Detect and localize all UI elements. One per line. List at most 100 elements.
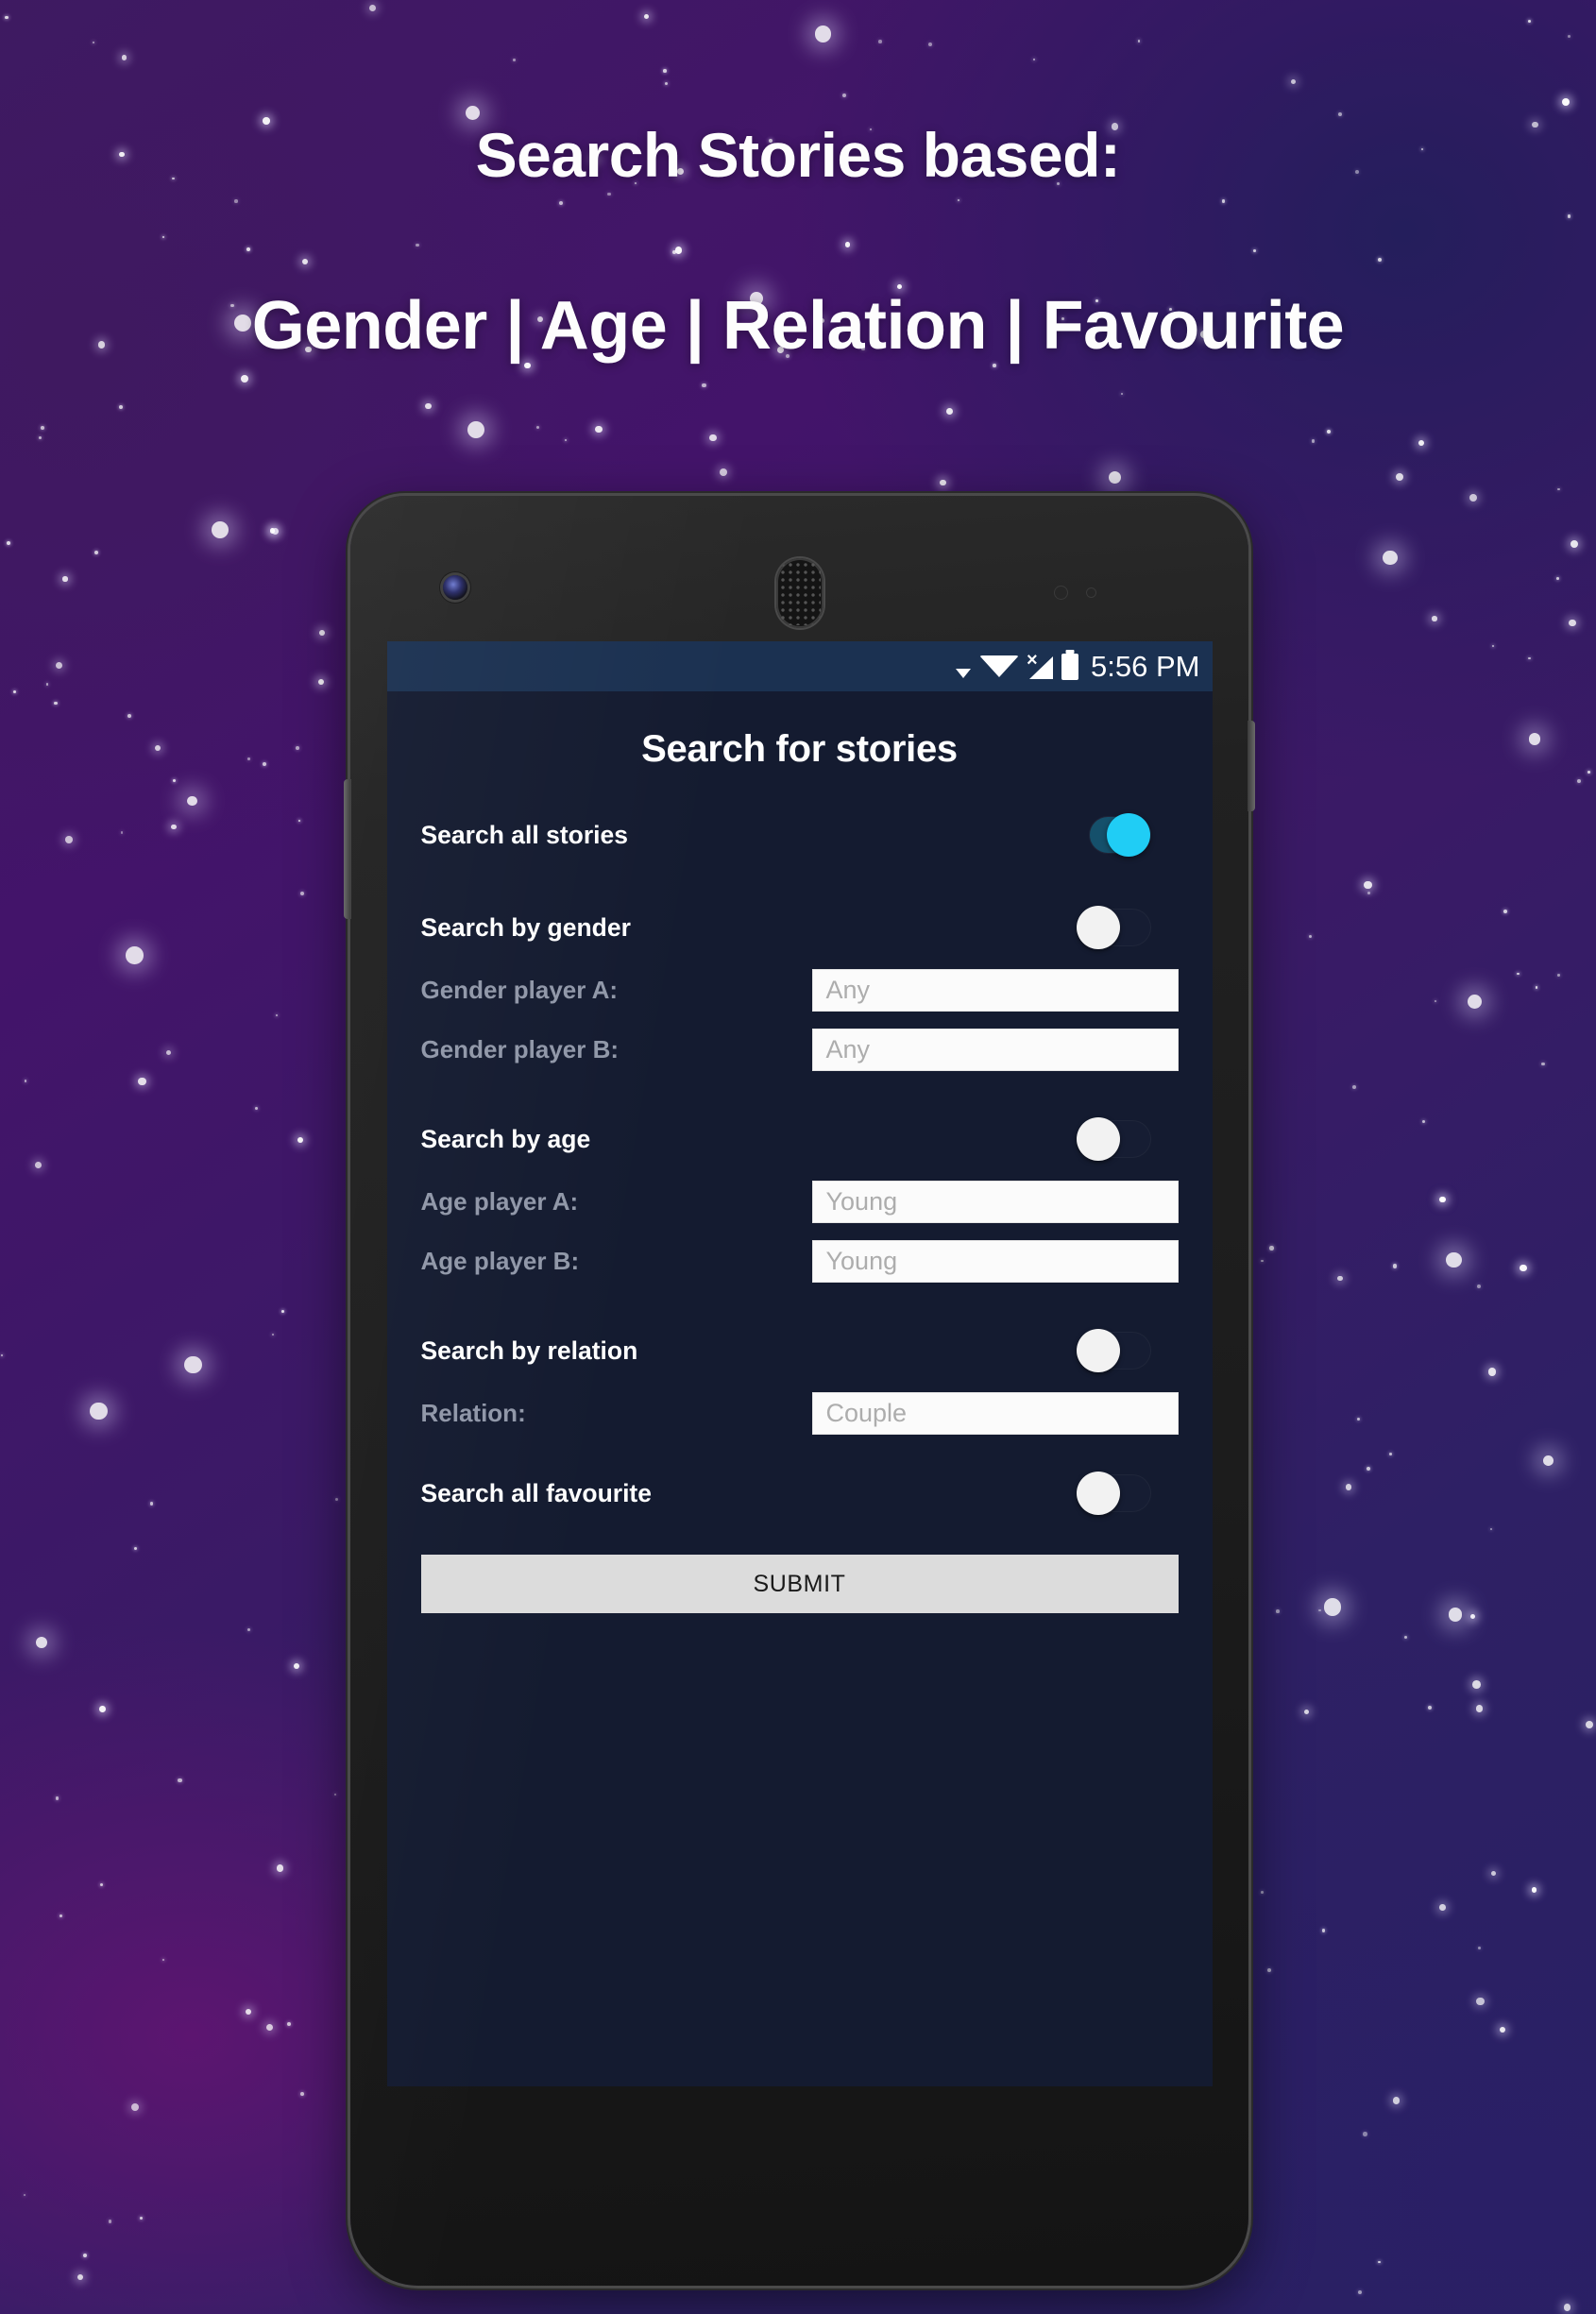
- star: [275, 1014, 278, 1017]
- star: [663, 69, 667, 73]
- star: [1221, 199, 1226, 203]
- row-search-by-gender[interactable]: Search by gender: [421, 898, 1179, 957]
- input-age-player-a[interactable]: Young: [811, 1180, 1179, 1223]
- toggle-search-all-favourite[interactable]: [1076, 1472, 1150, 1515]
- star: [1261, 1891, 1264, 1894]
- star: [297, 820, 300, 823]
- star: [607, 192, 612, 196]
- star: [1528, 733, 1541, 745]
- star: [1567, 34, 1571, 39]
- star: [334, 1794, 337, 1796]
- star: [1303, 1709, 1310, 1715]
- star: [1108, 470, 1122, 485]
- star: [1588, 771, 1590, 774]
- star: [1269, 1246, 1274, 1251]
- toggle-search-by-relation[interactable]: [1076, 1329, 1150, 1372]
- star: [94, 550, 99, 555]
- star: [1569, 619, 1576, 627]
- star: [254, 1107, 258, 1110]
- star: [1503, 910, 1508, 914]
- value-relation: Couple: [825, 1398, 908, 1427]
- star: [416, 243, 419, 247]
- submit-button[interactable]: SUBMIT: [420, 1555, 1179, 1613]
- wifi-icon: [979, 655, 1020, 677]
- volume-button[interactable]: [344, 779, 351, 919]
- label-search-all-favourite: Search all favourite: [420, 1478, 653, 1507]
- row-search-by-age[interactable]: Search by age: [421, 1110, 1179, 1168]
- star: [137, 1077, 146, 1086]
- power-button[interactable]: [1248, 721, 1255, 811]
- input-gender-player-a[interactable]: Any: [811, 968, 1179, 1012]
- star: [1403, 1636, 1408, 1640]
- star: [1517, 972, 1520, 976]
- star: [36, 1636, 48, 1648]
- star: [161, 236, 164, 239]
- star: [958, 198, 960, 201]
- star: [1351, 1085, 1356, 1090]
- star: [1253, 249, 1257, 252]
- value-gender-player-a: Any: [825, 975, 871, 1004]
- star: [5, 15, 8, 20]
- star: [1543, 1455, 1554, 1466]
- star: [1418, 439, 1424, 446]
- label-age-player-b: Age player B:: [420, 1246, 580, 1275]
- star: [276, 1864, 283, 1872]
- input-gender-player-b[interactable]: Any: [811, 1028, 1179, 1071]
- star: [166, 1049, 172, 1055]
- star: [708, 434, 717, 442]
- row-search-by-relation[interactable]: Search by relation: [421, 1321, 1179, 1380]
- star: [1492, 645, 1495, 648]
- star: [1137, 40, 1140, 43]
- light-sensor-icon: [1087, 588, 1095, 597]
- front-camera-icon: [443, 575, 467, 600]
- star: [940, 479, 946, 485]
- caret-down-icon: [956, 669, 972, 678]
- label-gender-player-a: Gender player A:: [420, 975, 619, 1004]
- star: [1490, 1871, 1496, 1877]
- star: [297, 1137, 303, 1144]
- star: [265, 2023, 274, 2032]
- star: [100, 1883, 104, 1887]
- page-title: Search for stories: [641, 728, 958, 770]
- star: [1567, 213, 1571, 218]
- star: [0, 1354, 4, 1357]
- toggle-search-by-gender[interactable]: [1076, 906, 1150, 949]
- input-age-player-b[interactable]: Young: [811, 1239, 1179, 1283]
- star: [1439, 1904, 1446, 1912]
- star: [1337, 1276, 1343, 1282]
- input-relation[interactable]: Couple: [811, 1391, 1179, 1435]
- star: [38, 436, 42, 439]
- star: [1363, 2132, 1367, 2136]
- star: [1528, 656, 1531, 660]
- star: [1499, 2027, 1505, 2033]
- star: [1476, 1284, 1482, 1288]
- label-gender-player-b: Gender player B:: [420, 1034, 620, 1063]
- star: [154, 744, 161, 752]
- status-bar-clock: 5:56 PM: [1091, 649, 1200, 683]
- star: [293, 1662, 299, 1669]
- row-search-all-stories[interactable]: Search all stories: [421, 806, 1179, 864]
- star: [301, 259, 308, 265]
- phone-device-frame: × 5:56 PM Search for stories Search all …: [344, 496, 1255, 2286]
- toggle-search-all-stories[interactable]: [1077, 813, 1150, 857]
- star: [595, 425, 603, 433]
- star: [643, 13, 649, 19]
- row-search-all-favourite[interactable]: Search all favourite: [421, 1464, 1179, 1523]
- star: [1388, 1453, 1392, 1455]
- star: [119, 405, 123, 410]
- star: [1489, 1527, 1492, 1530]
- toggle-search-by-age[interactable]: [1076, 1117, 1150, 1161]
- value-gender-player-b: Any: [825, 1034, 871, 1063]
- star: [664, 81, 668, 85]
- star: [1308, 935, 1312, 939]
- star: [12, 689, 17, 694]
- star: [467, 421, 485, 439]
- star: [300, 2092, 304, 2096]
- star: [41, 426, 44, 431]
- star: [317, 678, 324, 685]
- star: [559, 201, 563, 206]
- promo-headline-secondary: Gender | Age | Relation | Favourite: [251, 288, 1345, 364]
- star: [1261, 1259, 1264, 1262]
- no-signal-icon: ×: [1027, 651, 1054, 679]
- label-relation: Relation:: [420, 1398, 526, 1427]
